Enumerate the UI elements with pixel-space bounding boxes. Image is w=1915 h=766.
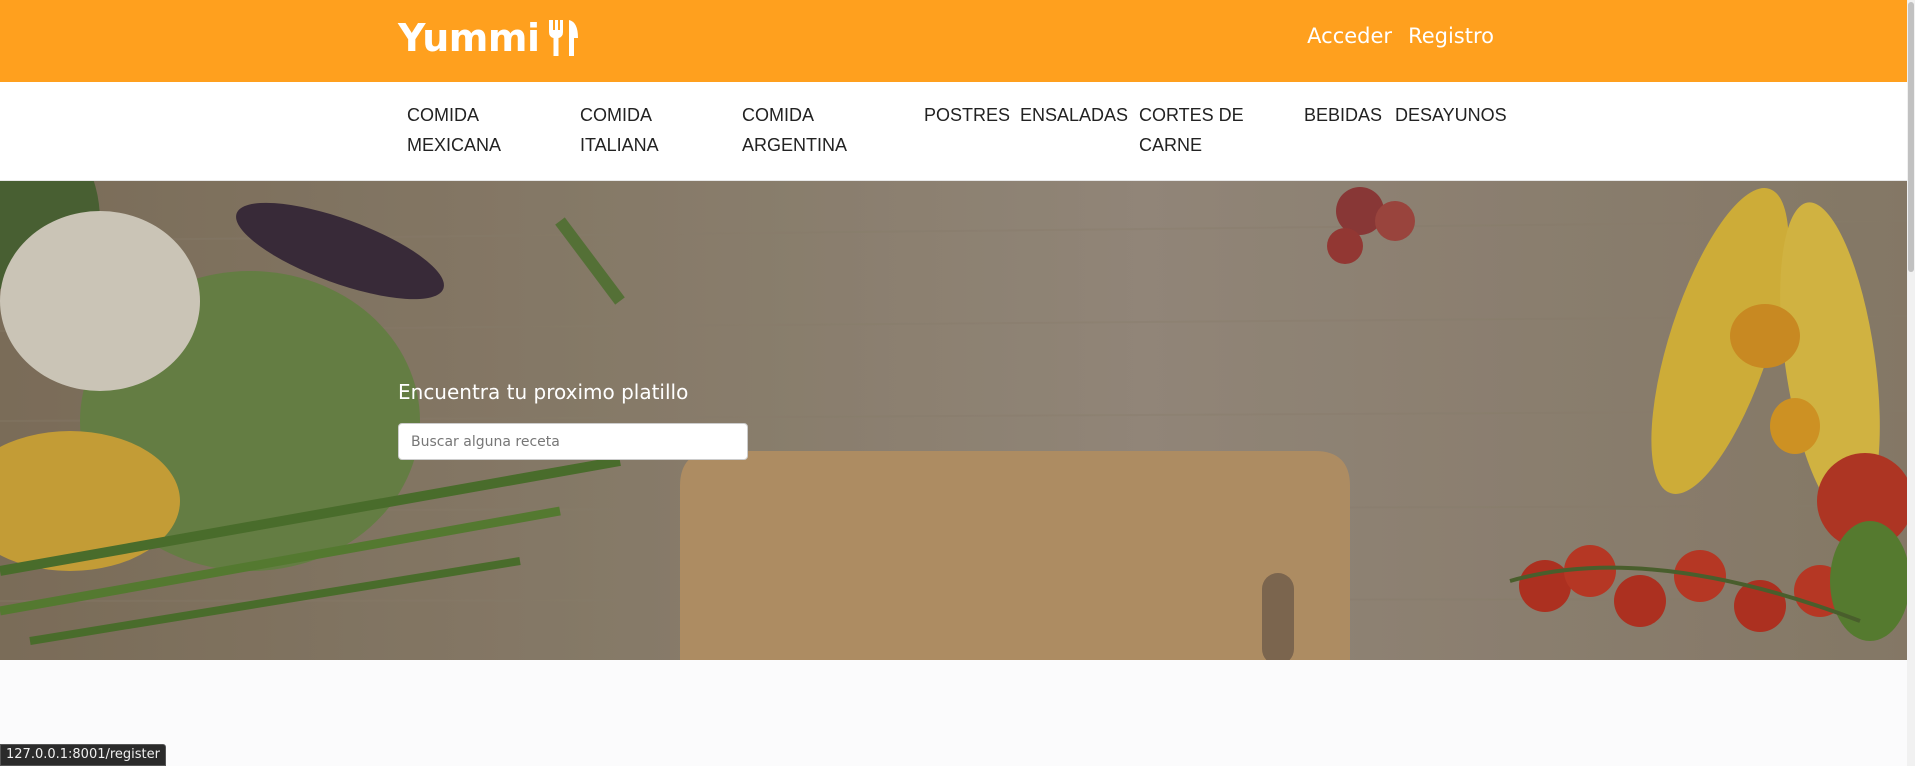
brand-logo[interactable]: Yummi xyxy=(398,16,580,60)
hero-title: Encuentra tu proximo platillo xyxy=(398,380,689,404)
register-link[interactable]: Registro xyxy=(1408,24,1494,48)
nav-comida-italiana[interactable]: Comida Italiana xyxy=(580,100,710,160)
recipe-search-input[interactable] xyxy=(398,423,748,460)
status-url-tooltip: 127.0.0.1:8001/register xyxy=(0,744,167,766)
brand-name: Yummi xyxy=(398,16,540,60)
scrollbar-thumb[interactable] xyxy=(1908,2,1914,272)
hero-banner: Encuentra tu proximo platillo xyxy=(0,181,1907,660)
nav-ensaladas[interactable]: Ensaladas xyxy=(1020,100,1128,130)
nav-comida-argentina[interactable]: Comida Argentina xyxy=(742,100,892,160)
category-nav: Comida Mexicana Comida Italiana Comida A… xyxy=(0,82,1907,181)
nav-bebidas[interactable]: Bebidas xyxy=(1304,100,1382,130)
top-navbar: Yummi Acceder Registro xyxy=(0,0,1907,82)
fork-knife-icon xyxy=(548,20,578,56)
nav-cortes-de-carne[interactable]: Cortes de Carne xyxy=(1139,100,1279,160)
nav-desayunos[interactable]: Desayunos xyxy=(1395,100,1507,130)
nav-comida-mexicana[interactable]: Comida Mexicana xyxy=(407,100,557,160)
login-link[interactable]: Acceder xyxy=(1307,24,1392,48)
auth-links: Acceder Registro xyxy=(1307,24,1494,48)
page-scrollbar[interactable] xyxy=(1907,0,1915,766)
nav-postres[interactable]: Postres xyxy=(924,100,1010,130)
